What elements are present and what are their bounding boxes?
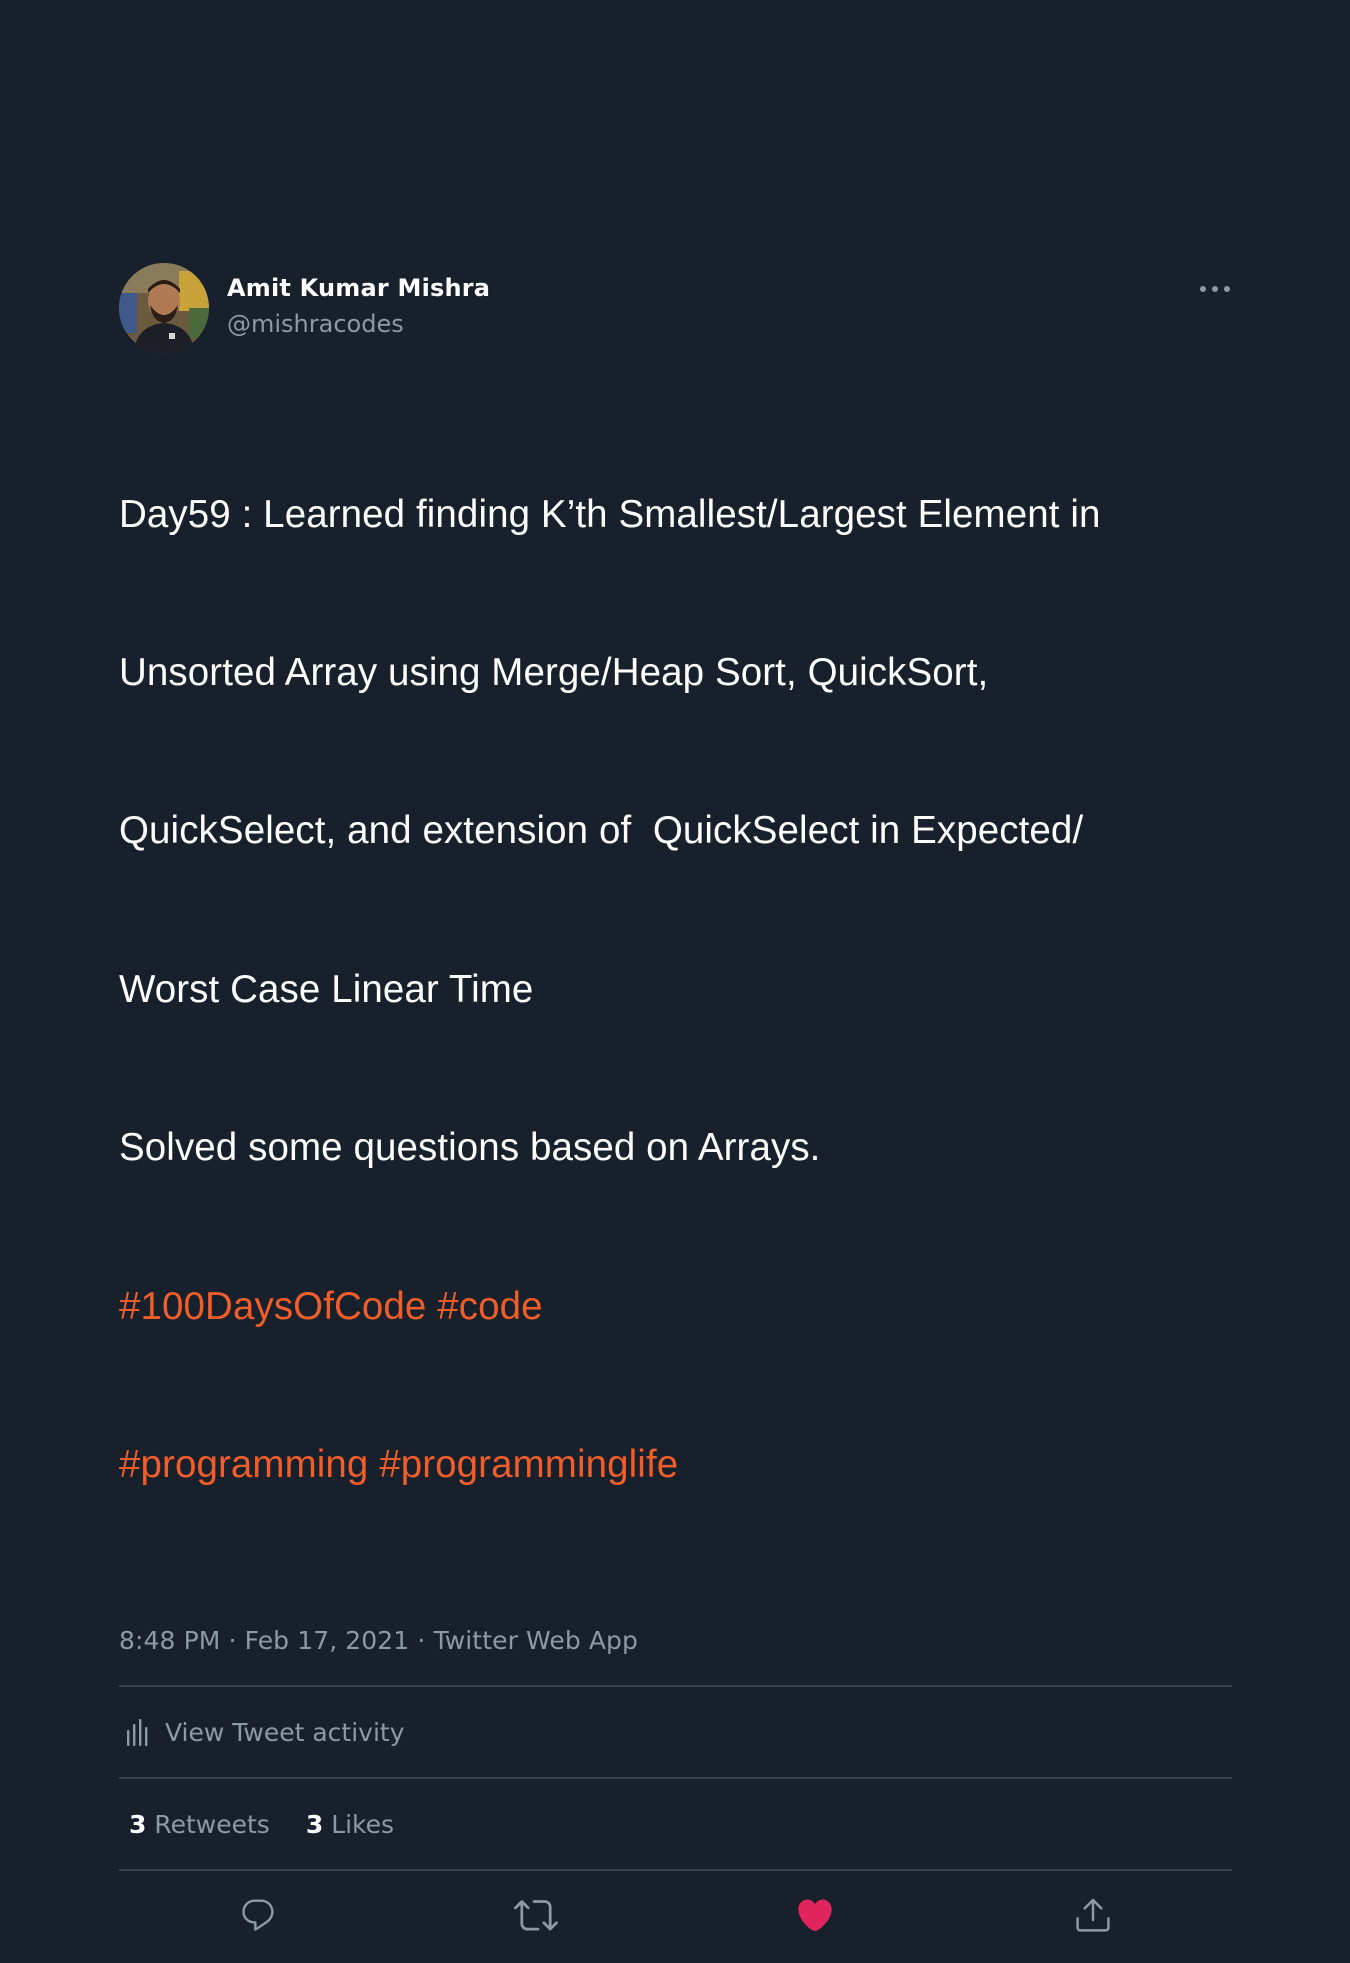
- bar-chart-icon: [126, 1718, 148, 1747]
- meta-separator: ·: [417, 1626, 426, 1656]
- tweet-card: Amit Kumar Mishra @mishracodes Day59 : L…: [119, 262, 1232, 1963]
- tweet-text-line: Solved some questions based on Arrays.: [119, 1126, 821, 1170]
- tweet-time[interactable]: 8:48 PM: [119, 1626, 220, 1655]
- tweet-date[interactable]: Feb 17, 2021: [245, 1626, 410, 1655]
- author-handle[interactable]: @mishracodes: [227, 307, 490, 341]
- reply-bubble-icon: [239, 1896, 277, 1938]
- meta-separator: ·: [228, 1626, 237, 1656]
- view-activity-label: View Tweet activity: [165, 1717, 405, 1747]
- heart-filled-icon: [795, 1895, 835, 1939]
- hashtag-line: #100DaysOfCode #code: [119, 1281, 1232, 1334]
- more-dot: [1212, 286, 1218, 292]
- tweet-text-line: Worst Case Linear Time: [119, 967, 534, 1011]
- author-display-name[interactable]: Amit Kumar Mishra: [227, 273, 490, 303]
- hashtag-link[interactable]: #100DaysOfCode: [119, 1285, 426, 1328]
- likes-stat[interactable]: 3 Likes: [306, 1810, 394, 1839]
- more-options-icon[interactable]: [1200, 278, 1230, 300]
- reply-button[interactable]: [236, 1895, 280, 1939]
- retweet-button[interactable]: [514, 1895, 558, 1939]
- view-activity-link[interactable]: View Tweet activity: [119, 1687, 1232, 1777]
- retweets-stat[interactable]: 3 Retweets: [129, 1810, 270, 1839]
- share-upload-icon: [1073, 1895, 1113, 1939]
- hashtag-link[interactable]: #code: [437, 1285, 542, 1328]
- likes-label: Likes: [331, 1809, 395, 1839]
- share-button[interactable]: [1071, 1895, 1115, 1939]
- hashtag-link[interactable]: #programminglife: [379, 1443, 678, 1486]
- tweet-actions: [119, 1871, 1232, 1963]
- tweet-text-line: Unsorted Array using Merge/Heap Sort, Qu…: [119, 650, 989, 694]
- retweets-label: Retweets: [154, 1809, 270, 1839]
- like-button[interactable]: [793, 1895, 837, 1939]
- hashtag-line: #programming #programminglife: [119, 1439, 1232, 1492]
- tweet-text-line: QuickSelect, and extension of QuickSelec…: [119, 809, 1084, 853]
- tweet-stats: 3 Retweets 3 Likes: [119, 1779, 1232, 1869]
- author-names: Amit Kumar Mishra @mishracodes: [227, 273, 490, 341]
- retweet-icon: [514, 1893, 558, 1941]
- more-dot: [1224, 286, 1230, 292]
- likes-count: 3: [305, 1809, 324, 1839]
- tweet-header: Amit Kumar Mishra @mishracodes: [119, 262, 1232, 354]
- tweet-text-line: Day59 : Learned finding K’th Smallest/La…: [119, 492, 1101, 536]
- tweet-source[interactable]: Twitter Web App: [433, 1626, 638, 1655]
- hashtag-link[interactable]: #programming: [119, 1443, 368, 1486]
- tweet-text: Day59 : Learned finding K’th Smallest/La…: [119, 383, 1232, 1597]
- avatar[interactable]: [119, 263, 209, 353]
- more-dot: [1200, 286, 1206, 292]
- retweets-count: 3: [129, 1809, 147, 1839]
- tweet-meta: 8:48 PM · Feb 17, 2021 · Twitter Web App: [119, 1625, 1232, 1657]
